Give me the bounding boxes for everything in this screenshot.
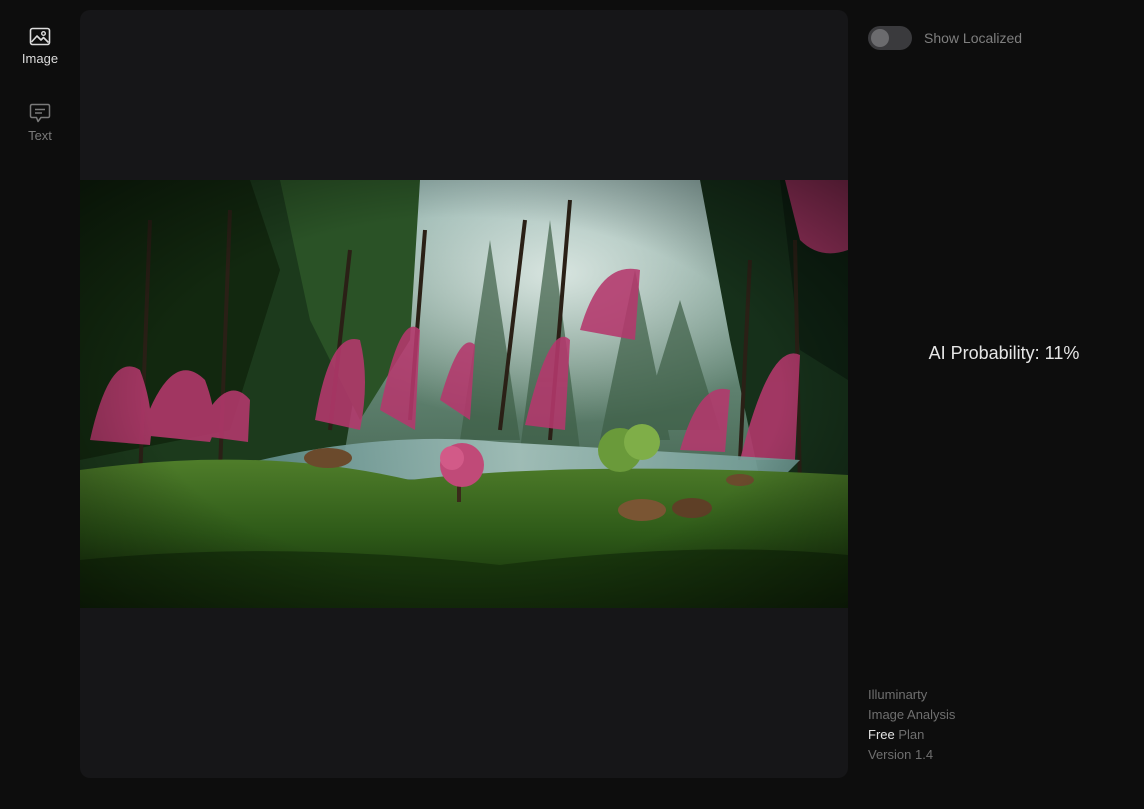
chat-message-icon <box>29 103 51 123</box>
app-version: Version 1.4 <box>868 747 934 762</box>
analyzed-image <box>80 180 848 608</box>
plan-suffix: Plan <box>894 727 925 742</box>
ai-probability-result: AI Probability: 11% <box>928 343 1080 363</box>
show-localized-row: Show Localized <box>868 26 1022 50</box>
sidebar-item-text[interactable]: Text <box>0 103 80 143</box>
image-canvas <box>80 10 848 778</box>
sidebar-item-label: Text <box>28 128 52 143</box>
app-info: Illuminarty Image Analysis Free Plan Ver… <box>868 685 955 765</box>
toggle-knob <box>871 29 889 47</box>
app-mode: Image Analysis <box>868 707 956 722</box>
sidebar-item-label: Image <box>21 51 59 66</box>
sidebar: Image Text <box>0 0 80 809</box>
show-localized-label: Show Localized <box>924 30 1023 46</box>
sidebar-item-image[interactable]: Image <box>0 27 80 66</box>
plan-tier: Free <box>868 727 895 742</box>
show-localized-toggle[interactable] <box>868 26 912 50</box>
app-name: Illuminarty <box>868 687 928 702</box>
plan-info: Free Plan <box>868 725 955 745</box>
image-icon <box>29 27 51 46</box>
